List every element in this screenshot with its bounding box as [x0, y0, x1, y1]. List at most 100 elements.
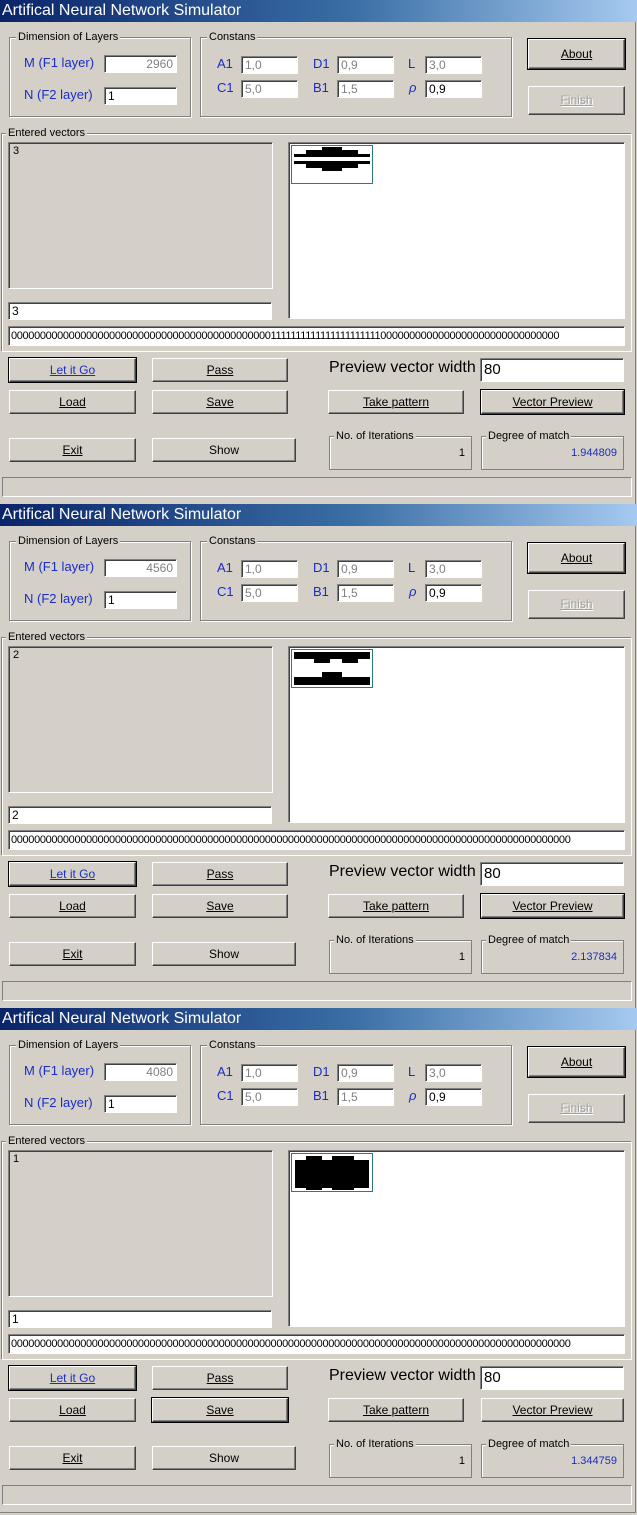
window-title-bar[interactable]: Artifical Neural Network Simulator [0, 1008, 637, 1030]
about-button-label: About [560, 1055, 593, 1069]
save-label: Save [206, 899, 234, 913]
pattern-pixel-block [294, 161, 370, 164]
pattern-pixel-block [332, 1156, 354, 1160]
vector-preview-button[interactable]: Vector Preview [480, 893, 625, 919]
rho-field[interactable]: 0,9 [425, 1088, 482, 1106]
b1-field[interactable]: 1,5 [337, 584, 394, 602]
m-layer-field[interactable]: 4080 [104, 1063, 177, 1081]
n-layer-field[interactable]: 1 [104, 591, 177, 609]
window-title-bar[interactable]: Artifical Neural Network Simulator [0, 504, 637, 526]
simulator-window: Artifical Neural Network Simulator Dimen… [0, 504, 637, 1009]
pattern-preview [288, 142, 625, 319]
l-field[interactable]: 3,0 [425, 1064, 482, 1082]
degree-label: Degree of match [486, 1438, 572, 1450]
preview-width-field[interactable]: 80 [480, 358, 624, 382]
rho-label: ρ [409, 1088, 417, 1103]
let-it-go-button[interactable]: Let it Go [8, 861, 137, 887]
show-button[interactable]: Show [152, 438, 296, 462]
vector-list-item[interactable]: 1 [13, 1153, 268, 1165]
vector-string-field[interactable]: 0000000000000000000000000000000000000000… [8, 830, 625, 850]
vector-list[interactable]: 1 [8, 1150, 273, 1297]
show-button[interactable]: Show [152, 942, 296, 966]
pass-button[interactable]: Pass [152, 1366, 288, 1390]
finish-button[interactable]: Finish [528, 590, 625, 619]
a1-field[interactable]: 1,0 [241, 56, 298, 74]
pass-button[interactable]: Pass [152, 358, 288, 382]
vector-string-field[interactable]: 0000000000000000000000000000000000000000… [8, 1334, 625, 1354]
pattern-pixel-block [306, 1156, 322, 1160]
let-it-go-button[interactable]: Let it Go [8, 357, 137, 383]
about-button[interactable]: About [527, 542, 626, 574]
preview-width-label: Preview vector width [329, 1367, 476, 1384]
dimension-group-legend: Dimension of Layers [16, 1039, 121, 1051]
degree-panel: Degree of match 1.344759 [481, 1438, 624, 1478]
show-button[interactable]: Show [152, 1446, 296, 1470]
take-pattern-button[interactable]: Take pattern [328, 1398, 464, 1422]
vector-preview-button[interactable]: Vector Preview [481, 1398, 624, 1422]
take-pattern-button[interactable]: Take pattern [328, 894, 464, 918]
load-button[interactable]: Load [9, 390, 136, 414]
vector-list-item[interactable]: 3 [13, 145, 268, 157]
vector-string-field[interactable]: 0000000000000000000000000000000000000000… [8, 326, 625, 346]
pattern-graphic [294, 147, 370, 171]
rho-field[interactable]: 0,9 [425, 584, 482, 602]
exit-button[interactable]: Exit [9, 942, 136, 966]
n-layer-field[interactable]: 1 [104, 1095, 177, 1113]
let-it-go-button[interactable]: Let it Go [8, 1365, 137, 1391]
b1-field[interactable]: 1,5 [337, 1088, 394, 1106]
pass-label: Pass [206, 363, 234, 377]
save-button[interactable]: Save [152, 894, 288, 918]
vector-list-item[interactable]: 2 [13, 649, 268, 661]
iterations-panel: No. of Iterations 1 [329, 934, 472, 974]
pass-button[interactable]: Pass [152, 862, 288, 886]
pattern-thumbnail [291, 145, 373, 184]
dimension-group-legend: Dimension of Layers [16, 535, 121, 547]
exit-button[interactable]: Exit [9, 438, 136, 462]
degree-value: 1.344759 [571, 1455, 617, 1467]
load-button[interactable]: Load [9, 1398, 136, 1422]
degree-value: 2.137834 [571, 951, 617, 963]
preview-width-field[interactable]: 80 [480, 862, 624, 886]
l-field[interactable]: 3,0 [425, 56, 482, 74]
finish-button[interactable]: Finish [528, 86, 625, 115]
preview-width-field[interactable]: 80 [480, 1366, 624, 1390]
about-button[interactable]: About [527, 1046, 626, 1078]
take-pattern-button[interactable]: Take pattern [328, 390, 464, 414]
m-layer-field[interactable]: 4560 [104, 559, 177, 577]
exit-label: Exit [62, 443, 83, 457]
d1-field[interactable]: 0,9 [337, 56, 394, 74]
status-bar [2, 1485, 632, 1505]
c1-field[interactable]: 5,0 [241, 80, 298, 98]
rho-field[interactable]: 0,9 [425, 80, 482, 98]
load-button[interactable]: Load [9, 894, 136, 918]
b1-field[interactable]: 1,5 [337, 80, 394, 98]
dimension-group-legend: Dimension of Layers [16, 31, 121, 43]
n-layer-field[interactable]: 1 [104, 87, 177, 105]
about-button[interactable]: About [527, 38, 626, 70]
window-title-bar[interactable]: Artifical Neural Network Simulator [0, 0, 637, 22]
exit-button[interactable]: Exit [9, 1446, 136, 1470]
d1-field[interactable]: 0,9 [337, 560, 394, 578]
finish-button[interactable]: Finish [528, 1094, 625, 1123]
constants-group: Constans A1 1,0 C1 5,0 D1 0,9 B1 1,5 L 3… [200, 1039, 512, 1125]
pattern-thumbnail [291, 649, 373, 688]
d1-field[interactable]: 0,9 [337, 1064, 394, 1082]
vector-input[interactable]: 3 [8, 302, 272, 320]
m-layer-field[interactable]: 2960 [104, 55, 177, 73]
l-field[interactable]: 3,0 [425, 560, 482, 578]
vector-preview-button[interactable]: Vector Preview [480, 389, 625, 415]
vector-input[interactable]: 1 [8, 1310, 272, 1328]
c1-field[interactable]: 5,0 [241, 584, 298, 602]
c1-field[interactable]: 5,0 [241, 1088, 298, 1106]
save-button[interactable]: Save [152, 390, 288, 414]
vector-list[interactable]: 3 [8, 142, 273, 289]
vector-list[interactable]: 2 [8, 646, 273, 793]
a1-field[interactable]: 1,0 [241, 560, 298, 578]
save-button[interactable]: Save [151, 1397, 289, 1423]
entered-vectors-legend: Entered vectors [6, 1135, 88, 1147]
about-button-label: About [560, 47, 593, 61]
vector-input[interactable]: 2 [8, 806, 272, 824]
pattern-preview [288, 1150, 625, 1327]
show-label: Show [208, 947, 240, 961]
a1-field[interactable]: 1,0 [241, 1064, 298, 1082]
